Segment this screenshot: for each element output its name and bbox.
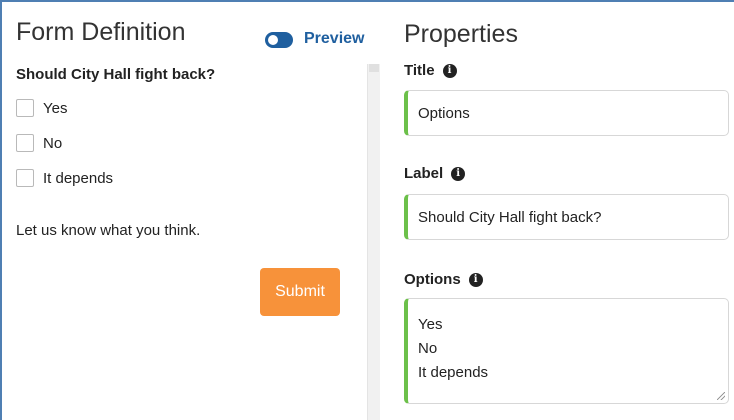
option-no[interactable]: No — [16, 134, 62, 152]
checkbox[interactable] — [16, 169, 34, 187]
label-label-text: Label — [404, 165, 444, 182]
submit-button[interactable]: Submit — [260, 268, 340, 316]
checkbox[interactable] — [16, 134, 34, 152]
option-label: No — [43, 134, 63, 152]
info-icon[interactable]: i — [442, 63, 457, 78]
options-line: It depends — [418, 364, 489, 381]
label-input[interactable]: Should City Hall fight back? — [404, 194, 729, 240]
options-line: Yes — [418, 316, 443, 333]
option-yes[interactable]: Yes — [16, 99, 67, 117]
info-icon[interactable]: i — [468, 272, 483, 287]
checkbox[interactable] — [16, 99, 34, 117]
options-line: No — [418, 340, 438, 357]
title-field-label: Title i — [404, 62, 457, 79]
scrollbar-thumb[interactable] — [369, 64, 379, 72]
form-definition-panel: Form Definition Preview Should City Hall… — [2, 2, 380, 420]
properties-title: Properties — [404, 20, 518, 48]
preview-toggle[interactable] — [265, 32, 293, 48]
form-definition-title: Form Definition — [16, 18, 186, 46]
option-label: It depends — [43, 169, 114, 187]
option-label: Yes — [43, 99, 68, 117]
info-icon[interactable]: i — [451, 166, 466, 181]
properties-panel: Properties Title i Options Label i Shoul… — [380, 2, 734, 420]
options-field-label: Options i — [404, 271, 483, 288]
label-field-label: Label i — [404, 165, 466, 182]
options-textarea[interactable]: Yes No It depends — [404, 298, 729, 404]
toggle-switch-icon — [268, 35, 278, 45]
preview-label[interactable]: Preview — [304, 30, 364, 48]
question-label: Should City Hall fight back? — [16, 66, 216, 83]
help-text: Let us know what you think. — [16, 222, 201, 239]
options-label-text: Options — [404, 271, 461, 288]
option-it-depends[interactable]: It depends — [16, 169, 113, 187]
title-input[interactable]: Options — [404, 90, 729, 136]
title-label-text: Title — [404, 62, 435, 79]
resize-handle-icon[interactable] — [717, 392, 725, 400]
scrollbar[interactable] — [367, 64, 380, 420]
